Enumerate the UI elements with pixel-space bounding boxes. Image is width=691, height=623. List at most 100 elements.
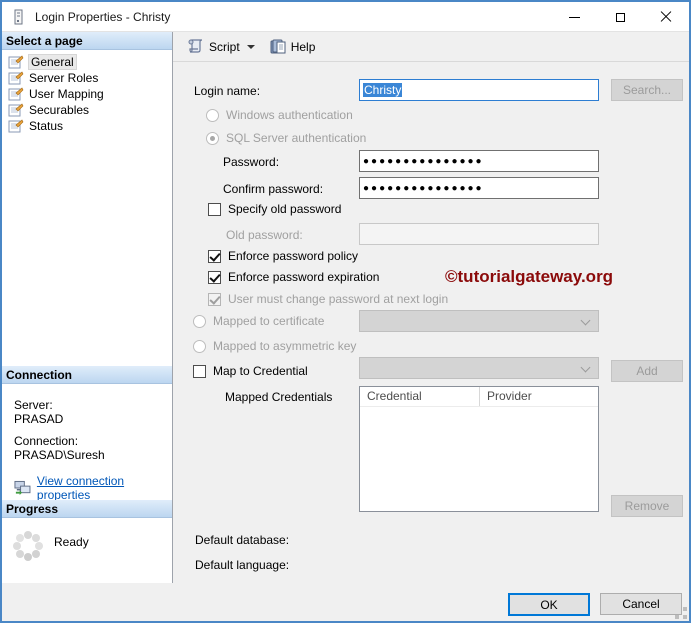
password-label: Password: [223,155,280,169]
page-icon [8,119,24,133]
mapped-asymmetric-label: Mapped to asymmetric key [213,339,357,353]
windows-auth-radio: Windows authentication [206,108,353,122]
progress-spinner-icon [24,542,32,550]
mapped-credentials-label: Mapped Credentials [225,390,333,404]
sidebar: Select a page General Server Roles User … [2,32,173,583]
minimize-button[interactable] [551,2,597,32]
chevron-down-icon [246,44,255,49]
minimize-icon [568,16,580,18]
close-button[interactable] [643,2,689,32]
ok-button-label: OK [540,597,558,612]
default-database-label: Default database: [195,533,290,547]
mapped-certificate-radio: Mapped to certificate [193,314,324,328]
progress-panel: Ready [2,518,172,583]
mapped-certificate-label: Mapped to certificate [213,314,325,328]
resize-grip[interactable] [683,615,687,619]
default-language-label: Default language: [195,558,290,572]
sidebar-item-label: Server Roles [29,71,99,85]
sidebar-item-label: General [28,54,77,70]
login-name-input[interactable]: Christy [359,79,599,101]
checkbox-icon [208,270,221,284]
maximize-icon [615,12,625,22]
ok-button[interactable]: OK [508,593,590,616]
toolbar: Script Help [173,32,689,62]
watermark-text: ©tutorialgateway.org [445,267,614,286]
script-dropdown-button[interactable] [244,35,258,59]
checkbox-icon [208,292,221,306]
certificate-combo [359,310,599,332]
view-connection-properties-link[interactable]: View connection properties [37,474,172,502]
sql-auth-radio: SQL Server authentication [206,131,366,145]
page-icon [8,71,24,85]
sql-auth-label: SQL Server authentication [226,131,367,145]
script-icon [188,39,203,53]
radio-icon [193,314,206,328]
remove-button-label: Remove [624,499,670,513]
progress-header: Progress [2,500,172,518]
checkbox-icon [208,249,221,263]
connection-properties-icon [14,480,31,496]
page-icon [8,55,24,69]
confirm-password-label: Confirm password: [223,182,324,196]
page-icon [8,103,24,117]
select-a-page-header: Select a page [2,32,172,50]
specify-old-password-checkbox[interactable]: Specify old password [208,202,341,216]
chevron-down-icon [580,362,591,373]
mapped-asymmetric-radio: Mapped to asymmetric key [193,339,356,353]
checkbox-icon [208,202,221,216]
password-value: ●●●●●●●●●●●●●●● [363,155,484,167]
help-icon [270,39,286,53]
sidebar-item-label: Securables [29,103,90,117]
maximize-button[interactable] [597,2,643,32]
enforce-policy-checkbox[interactable]: Enforce password policy [208,249,358,263]
add-button-label: Add [636,364,658,378]
sidebar-item-general[interactable]: General [2,54,172,70]
sidebar-item-securables[interactable]: Securables [2,102,172,118]
help-label: Help [290,39,316,54]
specify-old-password-label: Specify old password [228,202,342,216]
page-icon [8,87,24,101]
radio-icon [206,108,219,122]
close-icon [660,11,672,23]
map-to-credential-checkbox[interactable]: Map to Credential [193,364,308,378]
password-input[interactable]: ●●●●●●●●●●●●●●● [359,150,599,172]
script-label: Script [209,39,240,54]
old-password-input [359,223,599,245]
window-title: Login Properties - Christy [35,9,171,24]
enforce-expiration-checkbox[interactable]: Enforce password expiration [208,270,379,284]
enforce-expiration-label: Enforce password expiration [228,270,380,284]
remove-button: Remove [611,495,683,517]
must-change-password-checkbox: User must change password at next login [208,292,448,306]
sidebar-item-server-roles[interactable]: Server Roles [2,70,172,86]
login-name-label: Login name: [194,84,261,98]
windows-auth-label: Windows authentication [226,108,353,122]
radio-icon [193,339,206,353]
asymmetric-key-combo [359,357,599,379]
content-area: Script Help Login name: Christy Search.. [173,32,689,616]
server-icon [14,9,23,24]
chevron-down-icon [580,315,591,326]
sidebar-item-status[interactable]: Status [2,118,172,134]
confirm-password-input[interactable]: ●●●●●●●●●●●●●●● [359,177,599,199]
sidebar-item-label: User Mapping [29,87,104,101]
connection-header: Connection [2,366,172,384]
script-button[interactable]: Script [183,35,244,59]
cancel-button[interactable]: Cancel [600,593,682,615]
mapped-credentials-table[interactable]: Credential Provider [359,386,599,512]
connection-panel: Server: PRASAD Connection: PRASAD\Suresh… [2,384,172,502]
old-password-label: Old password: [226,228,303,242]
sidebar-item-label: Status [29,119,64,133]
help-button[interactable]: Help [266,35,320,59]
sidebar-item-user-mapping[interactable]: User Mapping [2,86,172,102]
enforce-policy-label: Enforce password policy [228,249,359,263]
connection-value: PRASAD\Suresh [14,448,105,462]
map-to-credential-label: Map to Credential [213,364,308,378]
confirm-password-value: ●●●●●●●●●●●●●●● [363,182,484,194]
column-header-credential: Credential [360,387,480,406]
add-button: Add [611,360,683,382]
search-button: Search... [611,79,683,101]
server-value: PRASAD [14,412,64,426]
radio-icon [206,131,219,145]
server-label: Server: [14,398,53,412]
login-properties-dialog: Login Properties - Christy Select a page… [0,0,691,623]
